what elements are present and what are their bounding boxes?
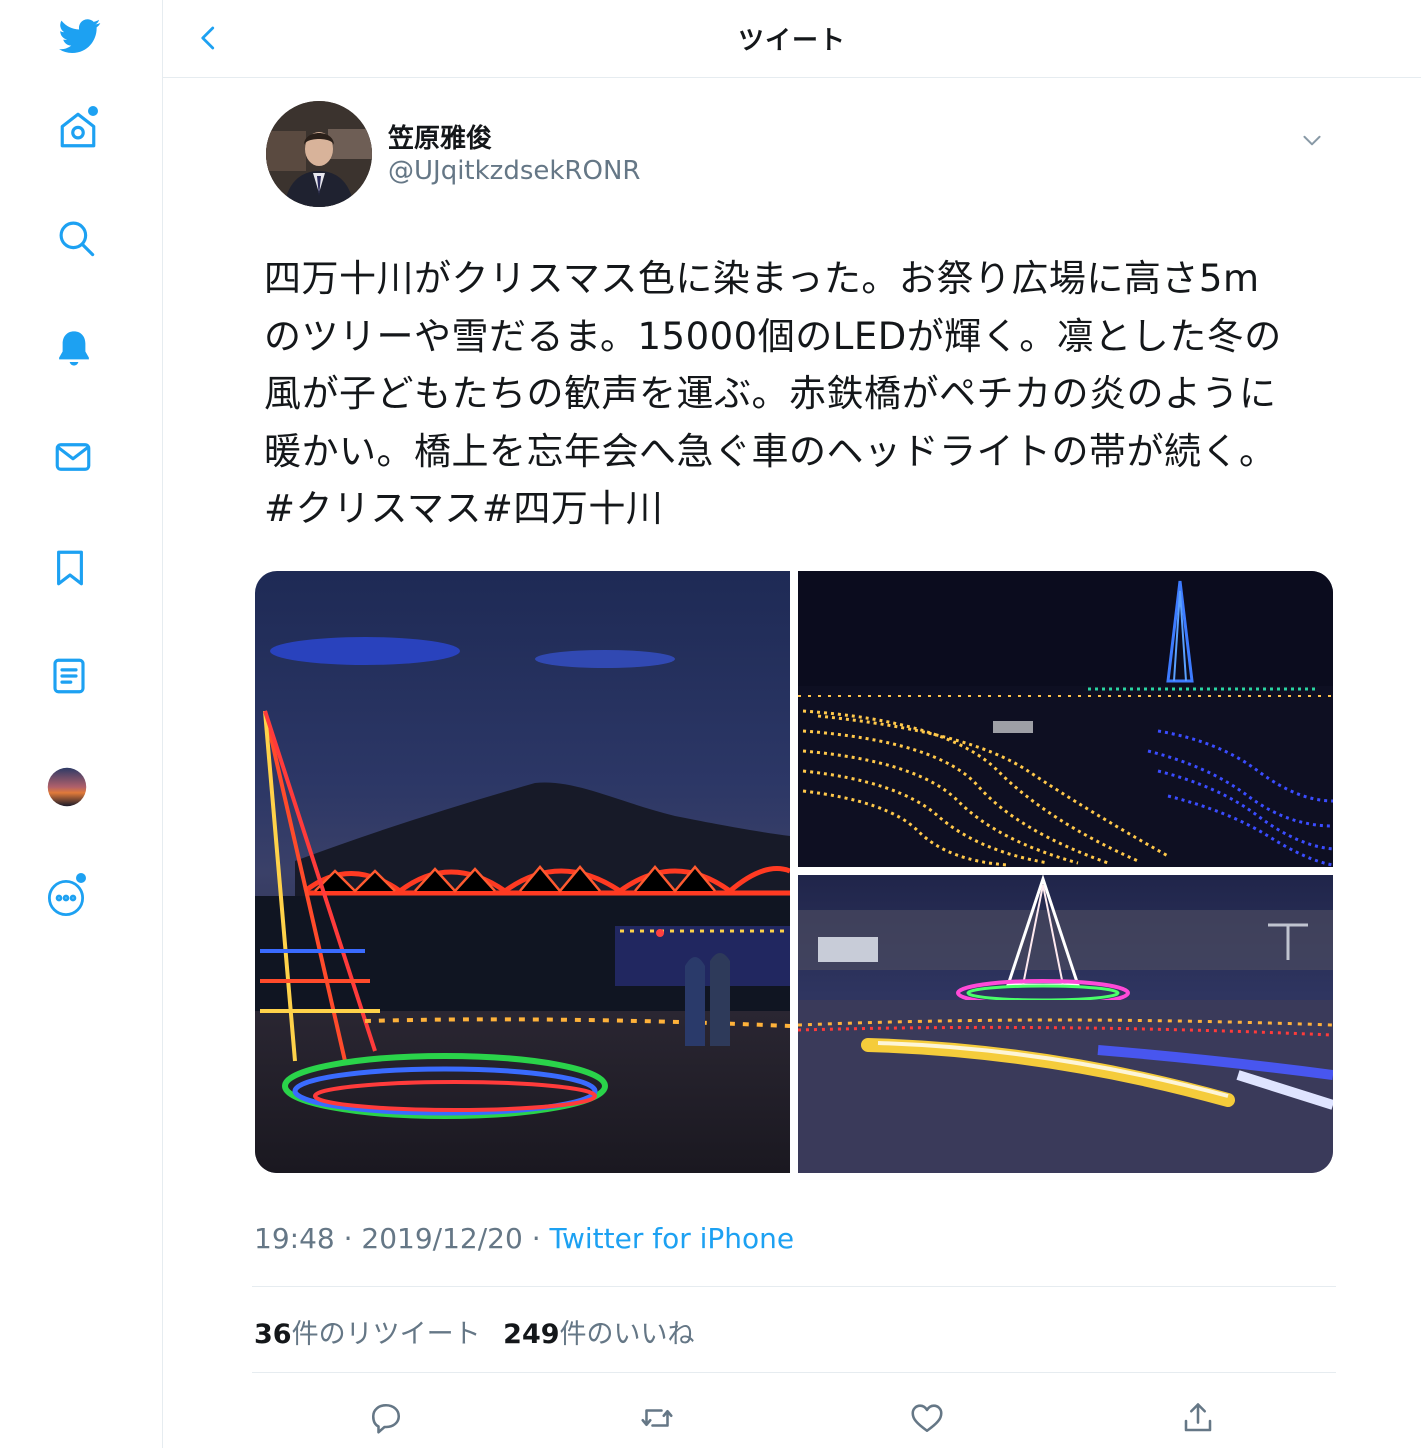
search-icon[interactable] [46, 208, 106, 268]
page-title: ツイート [737, 26, 846, 56]
share-icon [1184, 1403, 1212, 1432]
more-icon[interactable] [36, 868, 96, 928]
retweets-count: 36 [254, 1319, 292, 1350]
photo-red-bridge[interactable] [255, 571, 790, 1173]
divider [252, 1286, 1336, 1287]
photo-light-river[interactable] [798, 571, 1333, 867]
tweet-time[interactable]: 19:48 [254, 1222, 335, 1255]
tweet-hashtags[interactable]: #クリスマス#四万十川 [264, 480, 1344, 538]
tweet-date[interactable]: 2019/12/20 [361, 1222, 522, 1255]
like-button[interactable] [903, 1394, 951, 1442]
tweet-text-line: 風が子どもたちの歓声を運ぶ。赤鉄橋がペチカの炎のように [264, 372, 1277, 415]
reply-button[interactable] [362, 1394, 410, 1442]
tweet-text-line: 四万十川がクリスマス色に染まった。お祭り広場に高さ5m [264, 257, 1260, 300]
likes-label: 件のいいね [559, 1319, 695, 1350]
more-unread-dot [76, 873, 86, 883]
likes-stat[interactable]: 249件のいいね [503, 1319, 694, 1350]
tweet-text-line: 暖かい。橋上を忘年会へ急ぐ車のヘッドライトの帯が続く。 [264, 429, 1277, 473]
author-avatar[interactable] [266, 101, 372, 207]
sidebar [0, 0, 163, 1448]
likes-count: 249 [503, 1319, 560, 1350]
chevron-down-icon [1303, 135, 1321, 146]
meta-separator: · [334, 1222, 362, 1255]
home-unread-dot [88, 106, 98, 116]
divider [252, 1372, 1336, 1373]
heart-icon [911, 1404, 943, 1433]
author-name[interactable]: 笠原雅俊 [388, 118, 492, 155]
tweet-source-link[interactable]: Twitter for iPhone [550, 1222, 795, 1255]
tweet-text-line: のツリーや雪だるま。15000個のLEDが輝く。凛とした冬の [264, 314, 1282, 358]
reply-icon [371, 1403, 401, 1434]
tweet-timestamp: 19:48 · 2019/12/20 · Twitter for iPhone [254, 1222, 794, 1255]
retweets-label: 件のリツイート [291, 1319, 481, 1350]
page-header: ツイート [163, 0, 1421, 78]
share-button[interactable] [1174, 1394, 1222, 1442]
tweet-media-grid [255, 571, 1333, 1173]
retweet-button[interactable] [633, 1394, 681, 1442]
notifications-icon[interactable] [44, 318, 104, 378]
meta-separator: · [522, 1222, 550, 1255]
bookmarks-icon[interactable] [40, 538, 100, 598]
home-icon[interactable] [48, 100, 108, 160]
twitter-logo-icon[interactable] [50, 6, 110, 66]
tweet-text: 四万十川がクリスマス色に染まった。お祭り広場に高さ5m のツリーや雪だるま。15… [264, 250, 1344, 538]
lists-icon[interactable] [39, 646, 99, 706]
author-handle[interactable]: @UJqitkzdsekRONR [388, 156, 640, 186]
tweet-stats: 36件のリツイート 249件のいいね [254, 1312, 709, 1351]
messages-icon[interactable] [43, 427, 103, 487]
retweet-icon [641, 1409, 673, 1427]
retweets-stat[interactable]: 36件のリツイート [254, 1319, 481, 1350]
photo-white-tree[interactable] [798, 875, 1333, 1173]
profile-avatar[interactable] [37, 757, 97, 817]
tweet-options-button[interactable] [1294, 122, 1330, 158]
